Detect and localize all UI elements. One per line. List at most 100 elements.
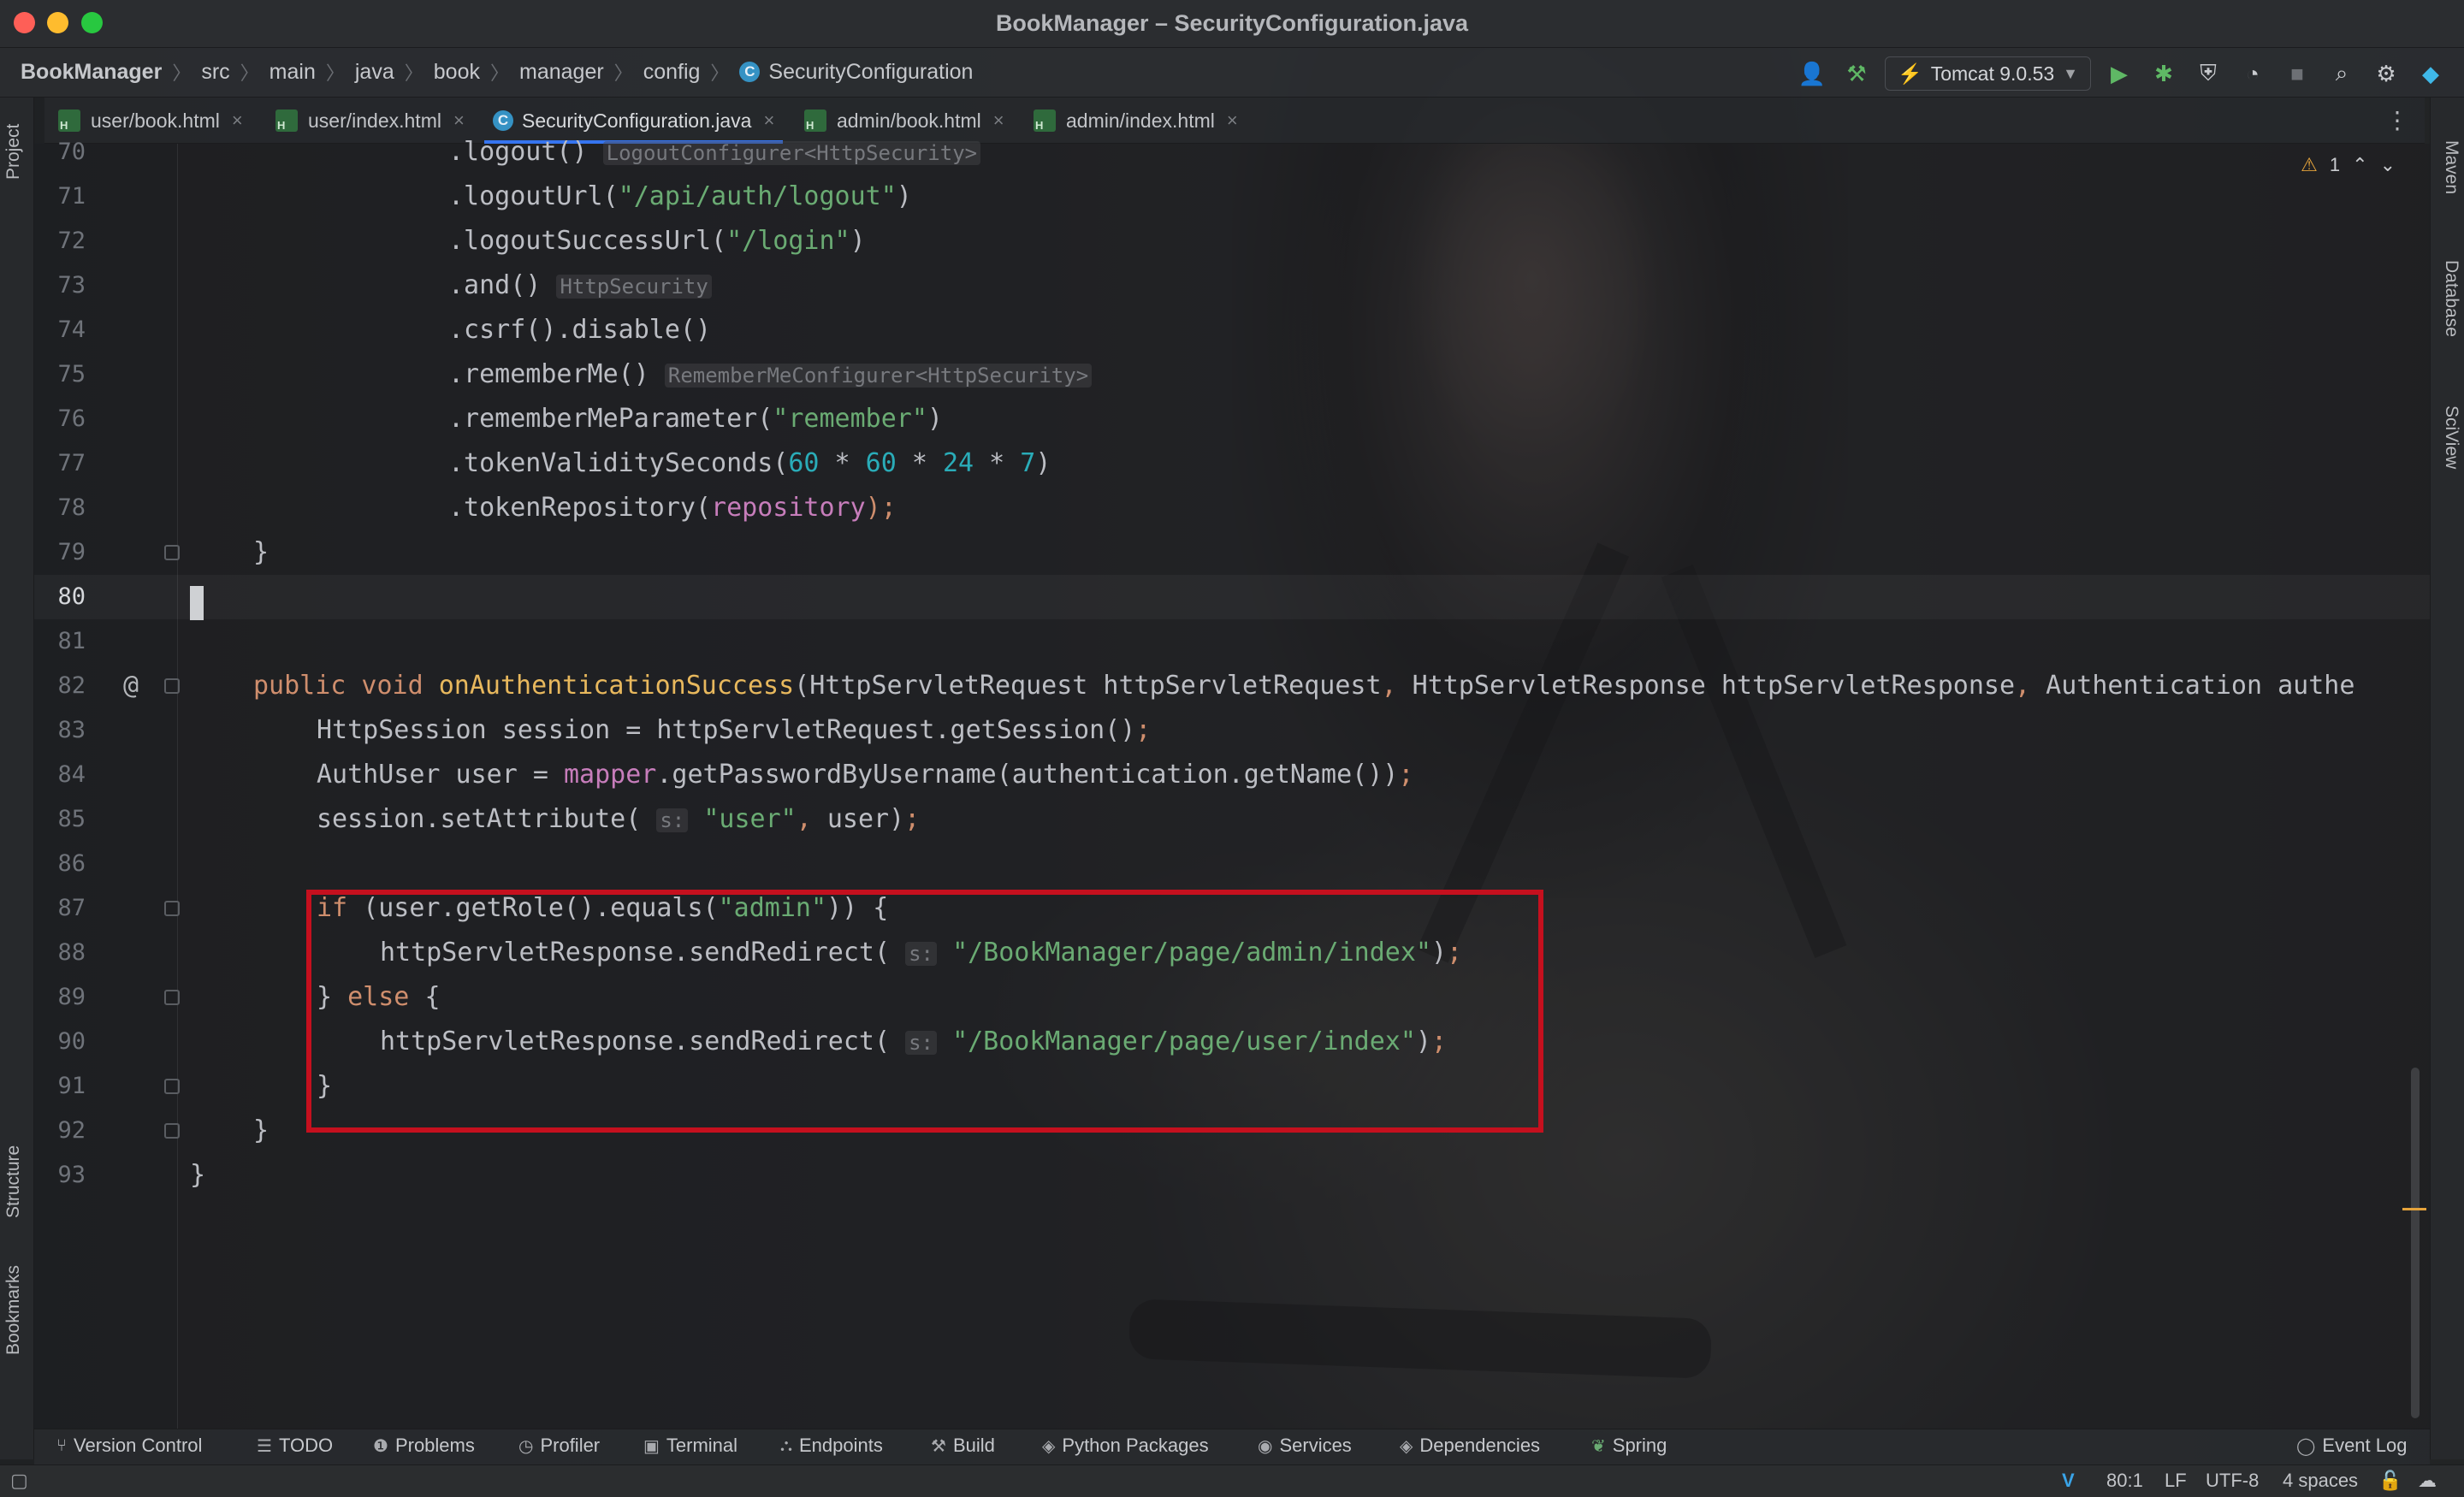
breadcrumb-item-manager[interactable]: manager [519, 60, 604, 85]
code-text: public void onAuthenticationSuccess(Http… [253, 671, 2355, 701]
chevron-right-icon: 〉 [325, 62, 345, 84]
line-separator[interactable]: LF [2165, 1470, 2187, 1492]
line-number: 86 [57, 850, 86, 877]
sciview-tool-button[interactable]: SciView [2441, 405, 2461, 469]
fold-marker-icon[interactable] [164, 545, 180, 560]
panel-toggle-icon[interactable]: ▢ [10, 1470, 28, 1492]
breadcrumb-item-src[interactable]: src [201, 60, 229, 85]
tool-label: Endpoints [799, 1435, 883, 1456]
line-number: 77 [57, 450, 86, 476]
chevron-right-icon: 〉 [240, 62, 259, 84]
line-number: 75 [57, 361, 86, 388]
navigation-bar: BookManager 〉 src 〉 main 〉 java 〉 book 〉… [0, 48, 2464, 98]
caret-position[interactable]: 80:1 [2106, 1470, 2143, 1492]
tool-label: Python Packages [1062, 1435, 1209, 1456]
tool-endpoints[interactable]: ⛬ Endpoints [780, 1435, 883, 1457]
breadcrumb-item-main[interactable]: main [270, 60, 316, 85]
build-hammer-icon[interactable]: ⚒ [1840, 57, 1873, 90]
breadcrumb-item-java[interactable]: java [355, 60, 394, 85]
line-number: 74 [57, 317, 86, 343]
file-encoding[interactable]: UTF-8 [2206, 1470, 2259, 1492]
layers-icon: ◈ [1400, 1436, 1413, 1456]
close-icon[interactable]: × [232, 109, 243, 132]
fold-marker-icon[interactable] [164, 1079, 180, 1094]
indent-setting[interactable]: 4 spaces [2283, 1470, 2358, 1492]
stop-icon[interactable]: ■ [2281, 57, 2313, 90]
code-text: HttpSession session = httpServletRequest… [317, 715, 1152, 745]
tool-label: Profiler [540, 1435, 601, 1456]
user-account-icon[interactable]: 👤 [1796, 57, 1828, 90]
code-line: 71 .logoutUrl("/api/auth/logout") [34, 175, 2430, 219]
close-icon[interactable]: × [993, 109, 1004, 132]
tool-problems[interactable]: ❶ Problems [373, 1435, 475, 1457]
close-icon[interactable]: × [763, 109, 774, 132]
type-hint: RememberMeConfigurer<HttpSecurity> [664, 364, 1093, 388]
tool-build[interactable]: ⚒ Build [931, 1435, 995, 1457]
line-number: 73 [57, 272, 86, 299]
gear-icon[interactable]: ⚙ [2370, 57, 2402, 90]
tool-profiler[interactable]: ◷ Profiler [518, 1435, 600, 1457]
code-text: .rememberMe() RememberMeConfigurer<HttpS… [448, 352, 1093, 398]
close-icon[interactable]: × [453, 109, 465, 132]
type-hint: HttpSecurity [556, 275, 712, 299]
line-number: 76 [57, 405, 86, 432]
tool-label: Services [1279, 1435, 1352, 1456]
search-icon[interactable]: ⌕ [2325, 57, 2358, 90]
code-line: 81 [34, 619, 2430, 664]
tool-todo[interactable]: ☰ TODO [257, 1435, 333, 1457]
endpoints-icon: ⛬ [780, 1435, 792, 1455]
tool-event-log[interactable]: ◯ Event Log [2296, 1435, 2407, 1457]
chevron-right-icon: 〉 [404, 62, 424, 84]
chevron-right-icon: 〉 [489, 62, 509, 84]
vuejs-v-icon[interactable]: V [2062, 1470, 2075, 1492]
tool-spring[interactable]: ❦ Spring [1591, 1435, 1667, 1457]
breadcrumb-item-book[interactable]: book [434, 60, 480, 85]
fold-marker-icon[interactable] [164, 990, 180, 1005]
breadcrumb-item-class[interactable]: SecurityConfiguration [768, 60, 973, 85]
java-class-icon: C [493, 110, 513, 131]
override-annotation-icon[interactable]: @ [123, 664, 139, 708]
tool-services[interactable]: ◉ Services [1258, 1435, 1352, 1457]
line-number: 81 [57, 628, 86, 654]
fold-marker-icon[interactable] [164, 1123, 180, 1139]
tab-label: SecurityConfiguration.java [522, 109, 752, 132]
chevron-down-icon: ▼ [2063, 64, 2078, 82]
warning-stripe-marker[interactable] [2402, 1208, 2426, 1210]
breadcrumb: BookManager 〉 src 〉 main 〉 java 〉 book 〉… [21, 58, 973, 86]
run-configuration-label: Tomcat 9.0.53 [1930, 62, 2055, 85]
structure-tool-button[interactable]: Structure [3, 1145, 24, 1218]
run-icon[interactable]: ▶ [2103, 57, 2135, 90]
fold-marker-icon[interactable] [164, 678, 180, 694]
profile-icon[interactable]: ◔ [2236, 57, 2269, 90]
database-tool-button[interactable]: Database [2441, 260, 2461, 337]
maven-tool-button[interactable]: Maven [2441, 140, 2461, 194]
coverage-shield-icon[interactable]: ⛨ [2192, 57, 2224, 90]
run-configuration-selector[interactable]: ⚡ Tomcat 9.0.53 ▼ [1885, 56, 2091, 91]
tool-version-control[interactable]: ⑂ Version Control [56, 1435, 202, 1457]
line-number: 79 [57, 539, 86, 565]
lock-icon[interactable]: 🔓 [2378, 1470, 2402, 1492]
tool-label: Build [952, 1435, 995, 1456]
code-line: 78 .tokenRepository(repository); [34, 486, 2430, 530]
notifications-icon[interactable]: ☁ [2418, 1470, 2437, 1492]
code-line: 74 .csrf().disable() [34, 308, 2430, 352]
project-tool-button[interactable]: Project [3, 124, 24, 180]
line-number: 84 [57, 761, 86, 788]
code-editor[interactable]: ⚠ 1 ⌃ ⌄ 70 .logout() LogoutConfigurer<Ht… [34, 137, 2430, 1429]
line-number: 72 [57, 228, 86, 254]
bookmarks-tool-button[interactable]: Bookmarks [3, 1265, 24, 1355]
code-text: .logoutUrl("/api/auth/logout") [448, 181, 912, 211]
tool-dependencies[interactable]: ◈ Dependencies [1400, 1435, 1540, 1457]
breadcrumb-item-config[interactable]: config [643, 60, 701, 85]
jetbrains-logo-icon[interactable]: ◆ [2414, 57, 2447, 90]
tool-python-packages[interactable]: ◈ Python Packages [1042, 1435, 1209, 1457]
debug-bug-icon[interactable]: ✱ [2147, 57, 2180, 90]
fold-marker-icon[interactable] [164, 901, 180, 916]
code-line: 82 @ public void onAuthenticationSuccess… [34, 664, 2430, 708]
code-text: .logoutSuccessUrl("/login") [448, 226, 866, 256]
vertical-scrollbar[interactable] [2411, 1068, 2420, 1418]
close-icon[interactable]: × [1227, 109, 1238, 132]
breadcrumb-item-project[interactable]: BookManager [21, 60, 162, 85]
code-line-current: 80 [34, 575, 2430, 619]
tool-terminal[interactable]: ▣ Terminal [643, 1435, 737, 1457]
